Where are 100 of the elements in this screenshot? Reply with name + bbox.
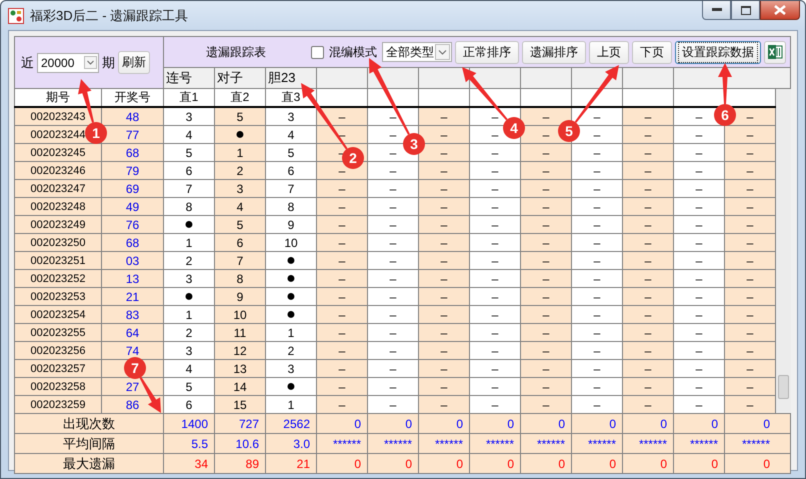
table-cell: –	[674, 378, 724, 396]
footer-value: ******	[368, 434, 418, 454]
table-cell: 14	[214, 378, 266, 396]
table-cell: –	[674, 126, 724, 144]
table-cell: 5	[164, 378, 214, 396]
table-cell: 4	[214, 198, 266, 216]
table-cell: –	[674, 162, 724, 180]
table-cell: –	[418, 107, 470, 126]
callout-arrow	[462, 67, 508, 120]
column-header: 开奖号	[102, 88, 164, 107]
issue-cell: 002023256	[14, 342, 102, 360]
table-cell: –	[572, 378, 622, 396]
table-cell: –	[368, 288, 418, 306]
close-button[interactable]	[760, 1, 800, 20]
footer-value: 0	[470, 414, 520, 434]
table-cell: –	[572, 396, 622, 414]
table-cell: –	[418, 288, 470, 306]
table-cell: 3	[266, 360, 316, 378]
footer-value: 0	[316, 454, 368, 474]
draw-number-cell: 69	[102, 180, 164, 198]
table-cell: 1	[164, 306, 214, 324]
table-cell: 10	[214, 306, 266, 324]
scrollbar-thumb[interactable]	[778, 375, 789, 399]
column-header: 直2	[214, 88, 266, 107]
table-cell: 4	[266, 126, 316, 144]
table-cell: 5	[164, 144, 214, 162]
toolbar-button[interactable]: 遗漏排序	[522, 40, 586, 64]
table-cell: 6	[164, 396, 214, 414]
table-cell: –	[470, 324, 520, 342]
column-header: 直1	[164, 88, 214, 107]
toolbar-button[interactable]: 设置跟踪数据	[675, 40, 761, 64]
footer-value: 0	[368, 414, 418, 434]
minimize-button[interactable]	[702, 1, 731, 20]
table-cell: –	[724, 126, 776, 144]
issue-cell: 002023255	[14, 324, 102, 342]
draw-number-cell: 48	[102, 107, 164, 126]
table-cell: –	[368, 396, 418, 414]
table-cell: –	[470, 216, 520, 234]
table-cell: –	[674, 306, 724, 324]
table-cell: –	[674, 198, 724, 216]
footer-label: 出现次数	[14, 414, 164, 434]
table-cell: 1	[266, 396, 316, 414]
table-cell: –	[520, 342, 572, 360]
footer-value: 0	[418, 414, 470, 434]
table-cell: –	[418, 360, 470, 378]
table-cell: 7	[266, 180, 316, 198]
table-cell: –	[520, 396, 572, 414]
excel-export-button[interactable]	[764, 40, 786, 64]
issue-cell: 002023251	[14, 252, 102, 270]
table-cell: –	[622, 180, 674, 198]
draw-number-cell: 49	[102, 198, 164, 216]
table-cell: ●	[214, 126, 266, 144]
footer-value: 0	[622, 414, 674, 434]
table-cell: –	[470, 378, 520, 396]
table-cell: 8	[266, 198, 316, 216]
table-cell: –	[470, 288, 520, 306]
issue-cell: 002023254	[14, 306, 102, 324]
table-cell: –	[520, 144, 572, 162]
table-cell: –	[418, 324, 470, 342]
table-cell: 6	[266, 162, 316, 180]
table-cell: –	[316, 324, 368, 342]
table-cell: 3	[266, 107, 316, 126]
footer-value: 0	[520, 454, 572, 474]
table-title: 遗漏跟踪表	[205, 44, 267, 60]
table-cell: –	[622, 252, 674, 270]
table-cell: –	[470, 234, 520, 252]
table-cell: –	[724, 144, 776, 162]
window-title: 福彩3D后二 - 遗漏跟踪工具	[30, 6, 188, 24]
footer-value: 0	[572, 454, 622, 474]
draw-number-cell: 13	[102, 270, 164, 288]
close-icon	[774, 5, 786, 15]
toolbar-button[interactable]: 正常排序	[455, 40, 519, 64]
table-cell: –	[418, 180, 470, 198]
table-cell: –	[724, 180, 776, 198]
table-cell: –	[622, 162, 674, 180]
table-cell: –	[622, 216, 674, 234]
toolbar-button[interactable]: 上页	[589, 40, 629, 64]
table-cell: –	[418, 198, 470, 216]
table-cell: –	[418, 396, 470, 414]
toolbar-button[interactable]: 下页	[632, 40, 672, 64]
table-cell: –	[674, 270, 724, 288]
table-cell: –	[724, 162, 776, 180]
refresh-button[interactable]: 刷新	[118, 51, 150, 74]
table-cell: –	[368, 378, 418, 396]
scrollbar[interactable]	[776, 89, 791, 412]
draw-number-cell: 21	[102, 288, 164, 306]
table-cell: –	[572, 144, 622, 162]
table-cell: 3	[164, 342, 214, 360]
maximize-button[interactable]	[731, 1, 760, 20]
type-select[interactable]: 全部类型	[382, 42, 452, 62]
footer-value: 0	[622, 454, 674, 474]
table-cell: ●	[266, 306, 316, 324]
table-cell: 5	[214, 107, 266, 126]
table-cell: 11	[214, 324, 266, 342]
table-cell: –	[520, 234, 572, 252]
table-cell: –	[674, 342, 724, 360]
table-cell: –	[368, 342, 418, 360]
mixed-mode-checkbox[interactable]: 混编模式	[311, 44, 377, 60]
footer-value: 89	[214, 454, 266, 474]
range-select[interactable]: 20000	[37, 52, 99, 72]
